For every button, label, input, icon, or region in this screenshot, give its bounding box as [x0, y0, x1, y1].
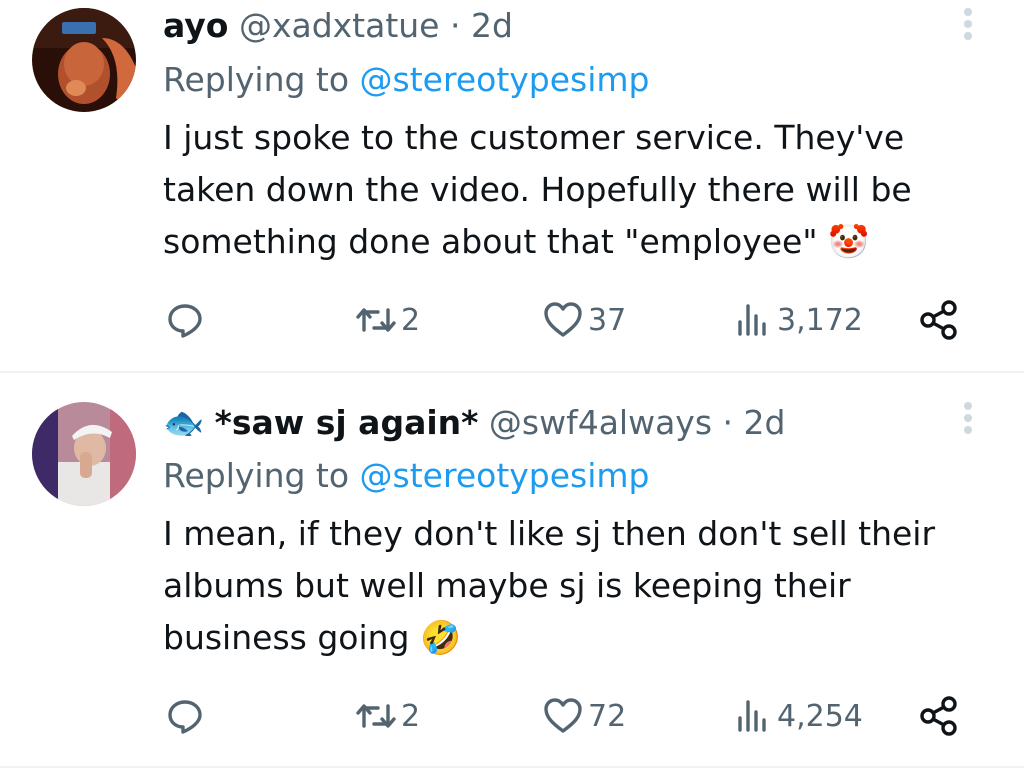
more-vertical-icon[interactable] [958, 402, 978, 438]
user-handle[interactable]: @xadxtatue [239, 6, 440, 45]
share-button[interactable] [918, 694, 960, 738]
like-button[interactable]: 72 [542, 694, 626, 738]
divider [0, 766, 1024, 768]
heart-icon [544, 302, 582, 337]
reply-button[interactable] [165, 298, 205, 342]
display-name[interactable]: ayo [163, 6, 228, 45]
views-icon [738, 700, 766, 732]
retweet-count: 2 [401, 302, 421, 338]
reply-button[interactable] [165, 694, 205, 738]
timestamp[interactable]: 2d [471, 6, 513, 45]
replying-to: Replying to @stereotypesimp [163, 456, 650, 496]
tweet-text: I just spoke to the customer service. Th… [163, 118, 912, 261]
reply-icon [168, 304, 202, 338]
tweet-text: I mean, if they don't like sj then don't… [163, 514, 936, 657]
like-count: 37 [588, 302, 627, 338]
tweet[interactable]: 🐟 *saw sj again* @swf4always · 2d Replyi… [0, 374, 1024, 766]
replying-label: Replying to [163, 60, 350, 99]
avatar[interactable] [32, 8, 136, 112]
retweet-button[interactable]: 2 [355, 694, 420, 738]
action-bar: 2 72 4,254 [0, 694, 1024, 738]
share-icon [920, 300, 957, 340]
share-icon [920, 696, 957, 736]
replying-label: Replying to [163, 456, 350, 495]
more-vertical-icon[interactable] [958, 8, 978, 44]
divider [0, 371, 1024, 373]
views-button[interactable]: 4,254 [735, 694, 863, 738]
mention-link[interactable]: @stereotypesimp [360, 60, 650, 99]
separator-dot: · [449, 6, 461, 45]
retweet-icon [356, 308, 396, 332]
views-button[interactable]: 3,172 [735, 298, 863, 342]
separator-dot: · [722, 403, 734, 442]
view-count: 4,254 [777, 698, 863, 734]
view-count: 3,172 [777, 302, 863, 338]
heart-icon [544, 698, 582, 733]
like-count: 72 [588, 698, 627, 734]
display-name[interactable]: *saw sj again* [215, 403, 479, 442]
action-bar: 2 37 3,172 [0, 298, 1024, 342]
views-icon [738, 304, 766, 336]
reply-icon [168, 700, 202, 734]
like-button[interactable]: 37 [542, 298, 626, 342]
avatar[interactable] [32, 402, 136, 506]
user-handle[interactable]: @swf4always [489, 403, 712, 442]
retweet-button[interactable]: 2 [355, 298, 420, 342]
replying-to: Replying to @stereotypesimp [163, 60, 650, 100]
share-button[interactable] [918, 298, 960, 342]
retweet-count: 2 [401, 698, 421, 734]
fish-emoji: 🐟 [163, 403, 205, 442]
tweet[interactable]: ayo @xadxtatue · 2d Replying to @stereot… [0, 0, 1024, 372]
mention-link[interactable]: @stereotypesimp [360, 456, 650, 495]
tweet-header: ayo @xadxtatue · 2d [163, 6, 513, 46]
timestamp[interactable]: 2d [744, 403, 786, 442]
tweet-header: 🐟 *saw sj again* @swf4always · 2d [163, 403, 785, 443]
retweet-icon [356, 704, 396, 728]
